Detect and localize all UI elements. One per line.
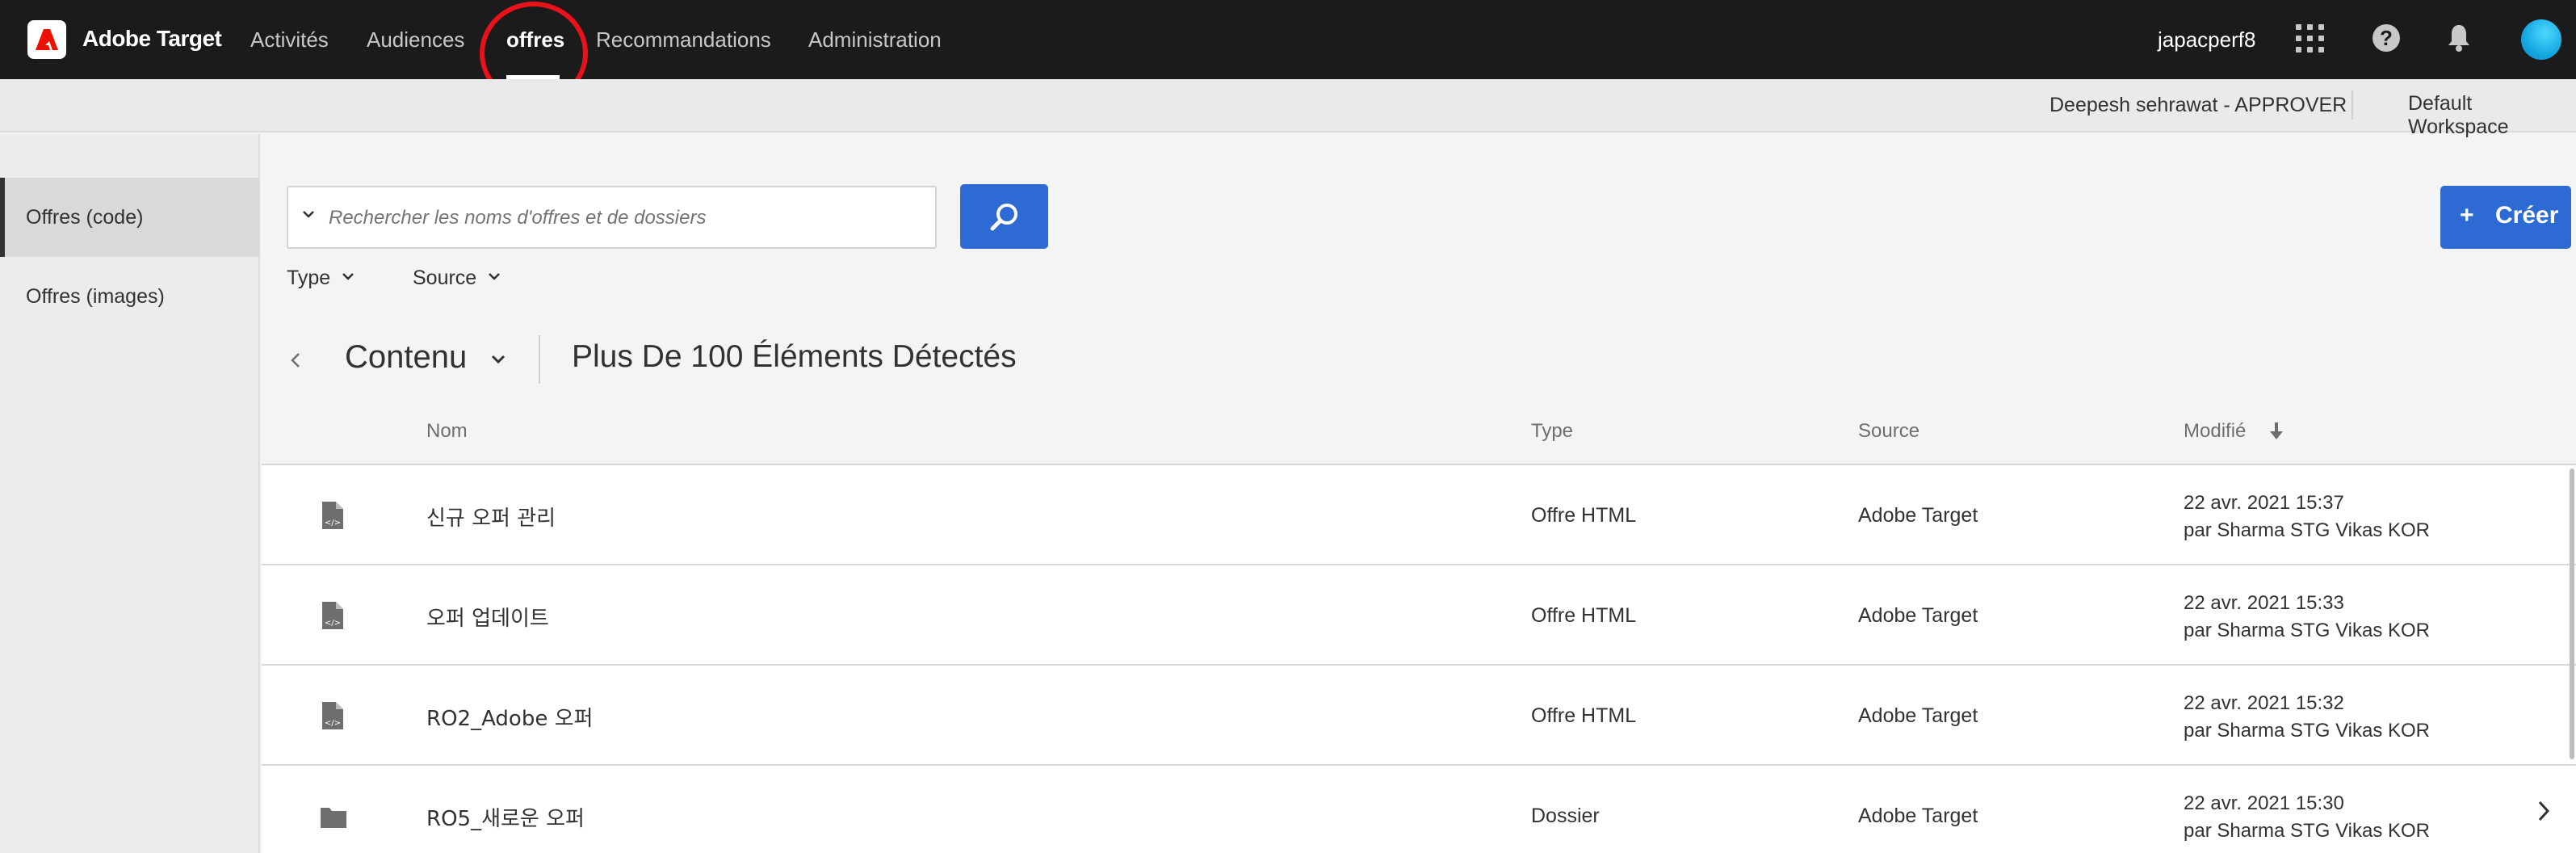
table-row[interactable]: </> 오퍼 업데이트 Offre HTML Adobe Target 22 a… (262, 564, 2576, 664)
row-source: Adobe Target (1858, 504, 1978, 527)
nav-item-recommandations[interactable]: Recommandations (596, 27, 771, 53)
search-input[interactable] (329, 199, 910, 237)
html-file-icon: </> (322, 602, 343, 629)
svg-text:</>: </> (325, 619, 341, 628)
row-author: par Sharma STG Vikas KOR (2184, 620, 2430, 641)
table-row[interactable]: </> 신규 오퍼 관리 Offre HTML Adobe Target 22 … (262, 464, 2576, 564)
row-name[interactable]: RO5_새로운 오퍼 (426, 802, 585, 832)
chevron-down-icon[interactable] (490, 354, 506, 365)
column-header-source[interactable]: Source (1858, 420, 1919, 443)
table-row[interactable]: </> RO2_Adobe 오퍼 Offre HTML Adobe Target… (262, 664, 2576, 764)
row-date: 22 avr. 2021 15:37 (2184, 492, 2344, 514)
row-author: par Sharma STG Vikas KOR (2184, 720, 2430, 742)
row-author: par Sharma STG Vikas KOR (2184, 820, 2430, 842)
create-button[interactable]: + Créer (2440, 186, 2571, 249)
avatar[interactable] (2521, 19, 2561, 60)
sidebar: Offres (code) Offres (images) (0, 134, 260, 853)
results-count: Plus De 100 Éléments Détectés (572, 339, 1017, 374)
app-title[interactable]: Adobe Target (82, 26, 222, 52)
row-name[interactable]: RO2_Adobe 오퍼 (426, 702, 593, 732)
row-type: Offre HTML (1531, 704, 1637, 727)
row-modified: 22 avr. 2021 15:30 par Sharma STG Vikas K… (2184, 790, 2430, 845)
workspace-bar: Deepesh sehrawat - APPROVER Default Work… (0, 79, 2576, 138)
user-name[interactable]: japacperf8 (2158, 27, 2255, 53)
nav-item-administration[interactable]: Administration (808, 27, 942, 53)
row-type: Offre HTML (1531, 604, 1637, 627)
row-source: Adobe Target (1858, 604, 1978, 627)
nav-item-activites[interactable]: Activités (250, 27, 329, 53)
user-role-label: Deepesh sehrawat - APPROVER (2049, 94, 2347, 116)
top-navigation-bar: Adobe Target Activités Audiences offres … (0, 0, 2576, 105)
create-button-label: Créer (2495, 202, 2559, 229)
row-modified: 22 avr. 2021 15:33 par Sharma STG Vikas K… (2184, 590, 2430, 645)
filter-type-label: Type (287, 267, 331, 289)
filter-source-label: Source (413, 267, 477, 289)
row-name[interactable]: 오퍼 업데이트 (426, 602, 549, 632)
html-file-icon: </> (322, 502, 343, 529)
row-modified: 22 avr. 2021 15:32 par Sharma STG Vikas K… (2184, 690, 2430, 745)
column-header-type[interactable]: Type (1531, 420, 1573, 443)
svg-text:</>: </> (325, 519, 341, 527)
chevron-right-icon[interactable] (2536, 798, 2552, 824)
chevron-down-icon[interactable] (301, 207, 316, 221)
search-button[interactable] (960, 184, 1048, 249)
help-icon[interactable]: ? (2373, 24, 2400, 52)
row-name[interactable]: 신규 오퍼 관리 (426, 502, 556, 532)
sidebar-item-offres-code[interactable]: Offres (code) (0, 178, 260, 257)
column-header-name[interactable]: Nom (426, 420, 468, 443)
row-modified: 22 avr. 2021 15:37 par Sharma STG Vikas K… (2184, 490, 2430, 544)
folder-icon (321, 808, 346, 828)
svg-text:</>: </> (325, 719, 341, 728)
row-source: Adobe Target (1858, 704, 1978, 727)
row-date: 22 avr. 2021 15:33 (2184, 592, 2344, 614)
scrollbar[interactable] (2570, 469, 2574, 759)
search-box (287, 186, 937, 249)
chevron-down-icon (489, 273, 501, 280)
row-type: Dossier (1531, 805, 1600, 827)
filter-source[interactable]: Source (413, 267, 501, 290)
nav-item-audiences[interactable]: Audiences (367, 27, 464, 53)
table-row[interactable]: RO5_새로운 오퍼 Dossier Adobe Target 22 avr. … (262, 764, 2576, 853)
divider (539, 335, 540, 384)
column-header-modified[interactable]: Modifié (2184, 420, 2246, 443)
row-type: Offre HTML (1531, 504, 1637, 527)
sidebar-item-offres-images[interactable]: Offres (images) (0, 257, 260, 336)
chevron-down-icon (342, 273, 355, 280)
apps-grid-icon[interactable] (2296, 24, 2325, 53)
row-source: Adobe Target (1858, 805, 1978, 827)
plus-icon: + (2460, 202, 2474, 229)
row-date: 22 avr. 2021 15:30 (2184, 792, 2344, 814)
sort-descending-icon[interactable] (2268, 420, 2285, 443)
adobe-logo-icon[interactable] (27, 20, 66, 59)
html-file-icon: </> (322, 702, 343, 729)
search-icon (990, 204, 1017, 231)
row-author: par Sharma STG Vikas KOR (2184, 519, 2430, 541)
filter-type[interactable]: Type (287, 267, 355, 290)
back-chevron-icon[interactable] (289, 350, 302, 371)
bell-icon[interactable] (2447, 23, 2471, 57)
content-title[interactable]: Contenu (345, 339, 467, 376)
divider (2352, 90, 2353, 120)
row-date: 22 avr. 2021 15:32 (2184, 692, 2344, 714)
workspace-selector[interactable]: Default Workspace (2408, 92, 2576, 139)
